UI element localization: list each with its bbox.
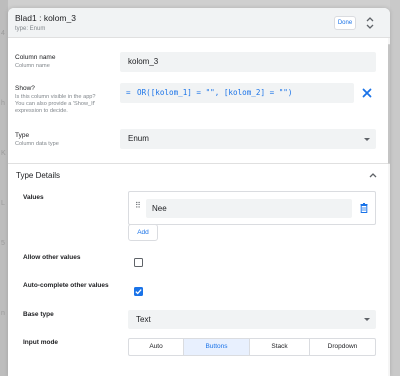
- chevron-down-icon: [364, 138, 370, 141]
- chevron-up-icon[interactable]: [369, 172, 377, 178]
- show-sublabel-line: You can also provide a 'Show_If': [15, 101, 96, 107]
- checkmark-icon: [135, 289, 142, 295]
- add-value-button[interactable]: Add: [128, 224, 158, 241]
- values-label: Values: [23, 194, 44, 201]
- values-list: ⠿ Nee: [128, 191, 376, 225]
- background-strip-right: [390, 0, 400, 376]
- column-name-label: Column name: [15, 54, 56, 61]
- input-mode-option-dropdown[interactable]: Dropdown: [310, 339, 375, 355]
- show-label: Show?: [15, 85, 35, 92]
- base-type-label: Base type: [23, 311, 54, 318]
- expression-equals: =: [126, 88, 131, 97]
- value-item-text: Nee: [152, 204, 167, 213]
- background-text: 5: [1, 240, 5, 247]
- input-mode-segmented-control: Auto Buttons Stack Dropdown: [128, 338, 376, 356]
- base-type-select[interactable]: Text: [128, 310, 376, 329]
- value-item-input[interactable]: Nee: [146, 199, 352, 218]
- drag-handle-icon[interactable]: ⠿: [135, 202, 141, 210]
- type-details-heading[interactable]: Type Details: [16, 171, 60, 180]
- expression-formula: OR([kolom_1] = "", [kolom_2] = ""): [137, 88, 293, 97]
- clear-expression-icon[interactable]: [362, 88, 372, 98]
- allow-other-values-checkbox[interactable]: [134, 258, 143, 267]
- section-divider: [8, 163, 388, 164]
- input-mode-option-stack[interactable]: Stack: [250, 339, 310, 355]
- show-if-expression-input[interactable]: = OR([kolom_1] = "", [kolom_2] = ""): [120, 83, 354, 103]
- type-select[interactable]: Enum: [120, 129, 376, 149]
- input-mode-label: Input mode: [23, 339, 59, 346]
- auto-complete-checkbox[interactable]: [134, 287, 143, 296]
- column-name-value: kolom_3: [128, 57, 159, 66]
- column-editor-panel: Blad1 : kolom_3 type: Enum Done Column n…: [8, 8, 390, 376]
- background-text: K: [1, 150, 6, 157]
- input-mode-option-buttons[interactable]: Buttons: [184, 339, 250, 355]
- background-text: n: [1, 310, 5, 317]
- background-text: 4: [1, 30, 5, 37]
- done-button[interactable]: Done: [334, 16, 356, 30]
- auto-complete-label: Auto-complete other values: [23, 282, 109, 289]
- input-mode-option-auto[interactable]: Auto: [129, 339, 184, 355]
- expand-collapse-icon[interactable]: [365, 16, 375, 30]
- type-sublabel: Column data type: [15, 141, 59, 147]
- scrollbar-thumb[interactable]: [388, 44, 390, 164]
- show-sublabel-line: expression to decide.: [15, 108, 68, 114]
- panel-header: Blad1 : kolom_3 type: Enum Done: [8, 8, 390, 38]
- background-strip: 4 h K L 5 n: [0, 0, 8, 376]
- base-type-value: Text: [136, 315, 151, 324]
- type-value: Enum: [128, 134, 149, 143]
- allow-other-values-label: Allow other values: [23, 254, 81, 261]
- background-text: L: [1, 200, 5, 207]
- column-name-input[interactable]: kolom_3: [120, 52, 376, 72]
- column-name-sublabel: Column name: [15, 63, 50, 69]
- chevron-down-icon: [364, 318, 370, 321]
- panel-title: Blad1 : kolom_3: [15, 13, 76, 23]
- trash-icon[interactable]: [360, 203, 368, 213]
- panel-subtitle: type: Enum: [15, 26, 46, 32]
- show-sublabel-line: Is this column visible in the app?: [15, 94, 96, 100]
- background-text: h: [1, 100, 5, 107]
- type-label: Type: [15, 132, 30, 139]
